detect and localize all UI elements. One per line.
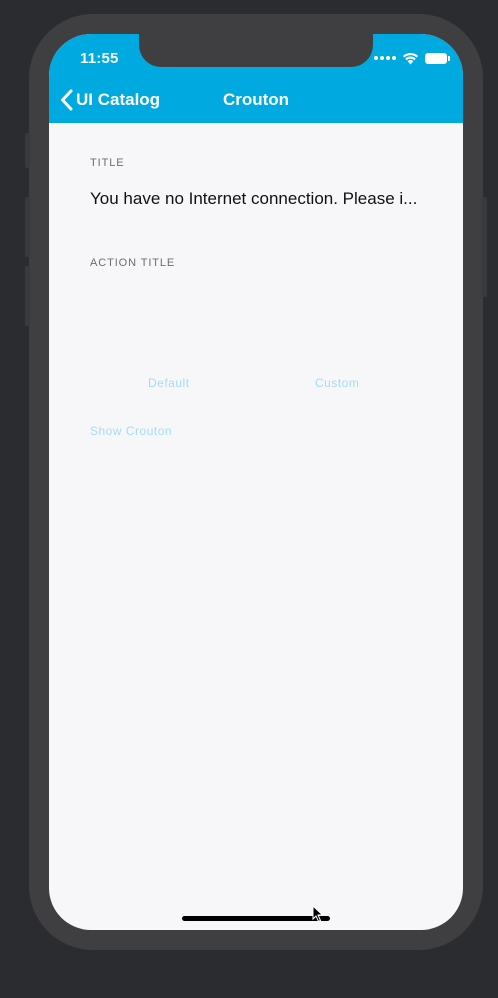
default-button[interactable]: Default <box>148 376 190 390</box>
simulator-stage: 11:55 Crouton UI Catalog TITLE You have … <box>0 0 498 998</box>
wifi-icon <box>402 52 419 64</box>
back-button[interactable]: UI Catalog <box>60 88 160 112</box>
title-field-value[interactable]: You have no Internet connection. Please … <box>90 189 420 209</box>
volume-down-button <box>25 266 30 326</box>
title-field-label: TITLE <box>90 157 125 169</box>
show-crouton-button[interactable]: Show Crouton <box>90 424 172 438</box>
signal-dots-icon <box>374 56 396 60</box>
chevron-left-icon <box>61 89 73 111</box>
battery-icon <box>425 52 450 64</box>
power-button <box>482 197 487 297</box>
device-notch <box>139 34 373 67</box>
action-title-field-label: ACTION TITLE <box>90 257 176 269</box>
mouse-cursor-icon <box>312 905 324 923</box>
custom-button[interactable]: Custom <box>315 376 359 390</box>
device-screen: 11:55 Crouton UI Catalog TITLE You have … <box>49 34 463 930</box>
volume-up-button <box>25 197 30 257</box>
home-indicator[interactable] <box>182 916 330 921</box>
status-icons <box>374 51 450 65</box>
back-button-label: UI Catalog <box>76 90 161 109</box>
mute-switch <box>25 133 30 168</box>
status-time: 11:55 <box>80 50 119 67</box>
